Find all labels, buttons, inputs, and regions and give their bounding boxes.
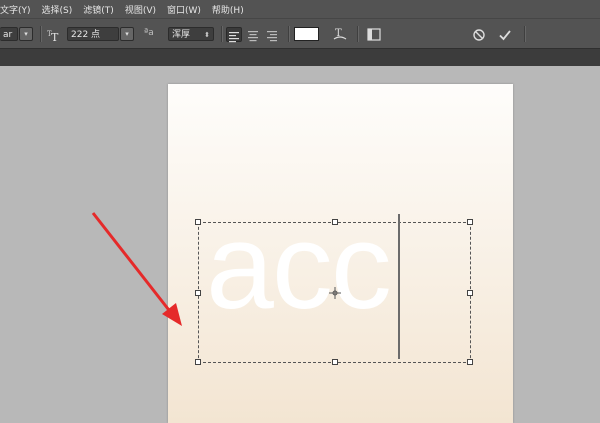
red-arrow-annotation <box>91 212 182 326</box>
